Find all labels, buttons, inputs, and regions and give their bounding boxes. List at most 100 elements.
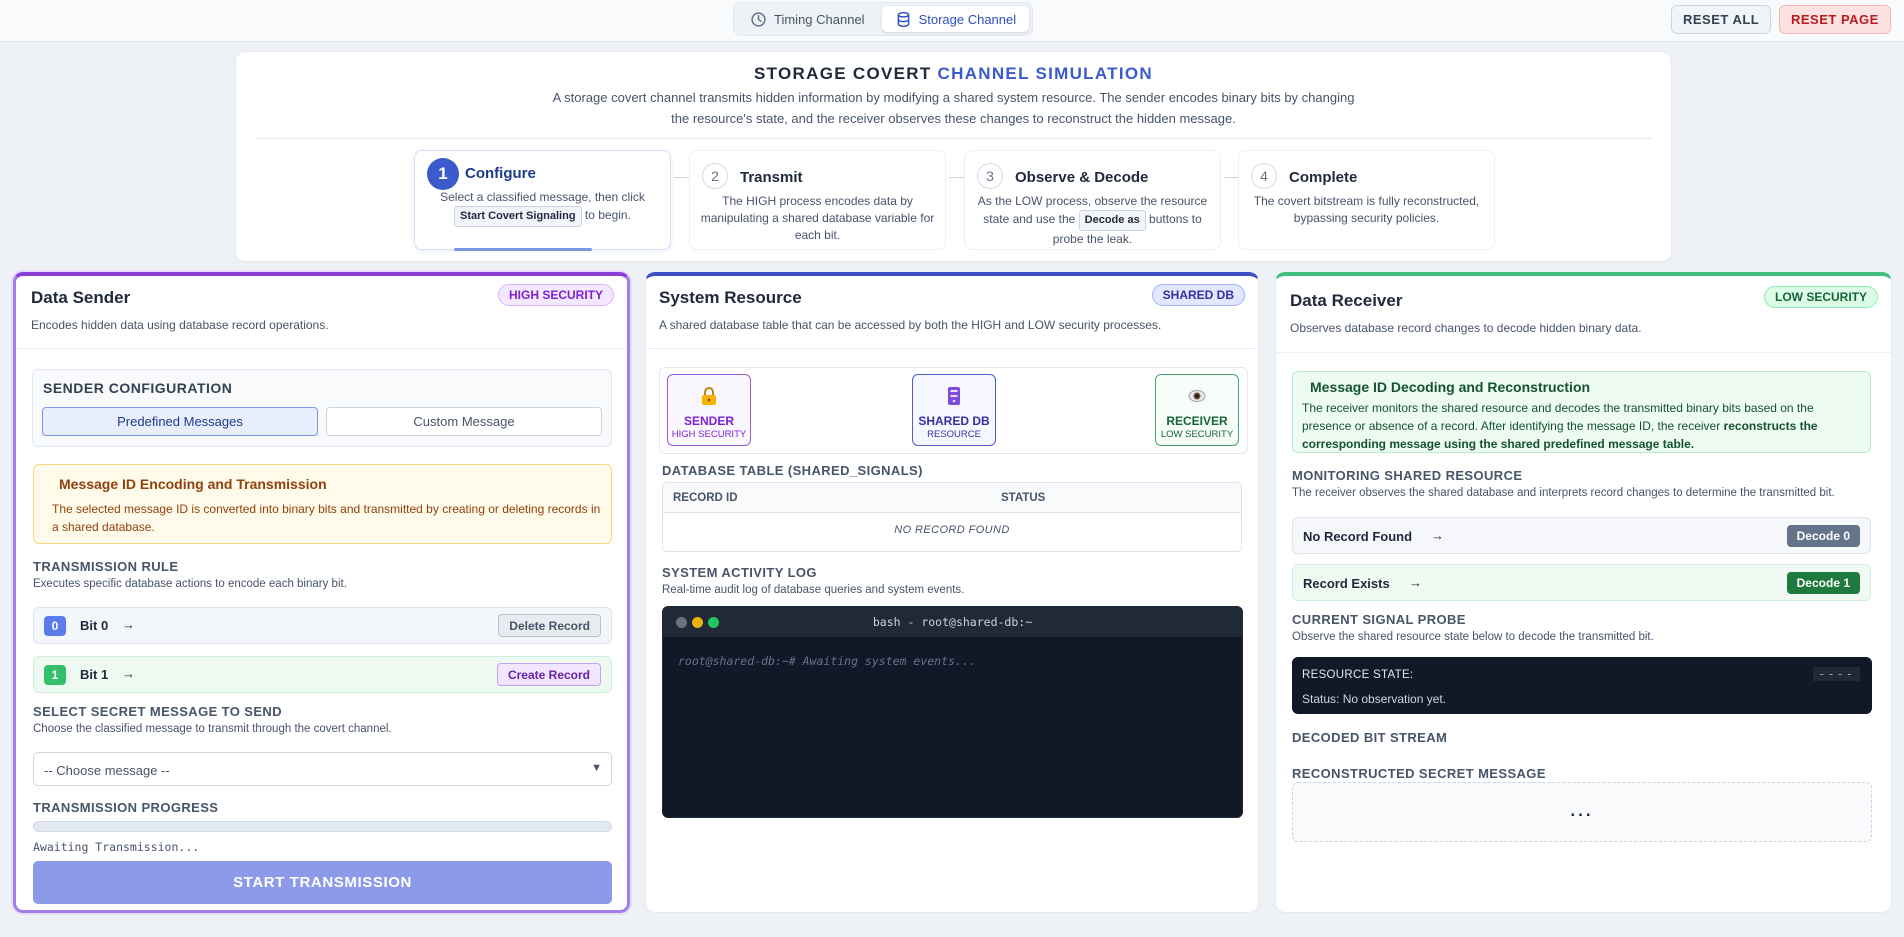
step-number: 4 — [1251, 163, 1277, 189]
predefined-messages-button[interactable]: Predefined Messages — [42, 407, 318, 436]
table-header: RECORD ID STATUS — [663, 483, 1241, 513]
shared-db-node: SHARED DB RESOURCE — [912, 374, 996, 446]
info-desc: The receiver monitors the shared resourc… — [1302, 399, 1862, 453]
col-status: STATUS — [1001, 492, 1046, 504]
create-record-button[interactable]: Create Record — [496, 663, 601, 686]
progress-status: Awaiting Transmission... — [33, 840, 200, 854]
step-configure: 1 Configure Select a classified message,… — [414, 150, 671, 250]
divider — [1276, 352, 1891, 353]
step-desc-text: to begin. — [584, 208, 631, 222]
select-value: -- Choose message -- — [44, 763, 170, 778]
node-name: SENDER — [683, 414, 734, 428]
info-title: Message ID Encoding and Transmission — [59, 476, 327, 492]
delete-record-button[interactable]: Delete Record — [498, 614, 601, 637]
decode-label: No Record Found — [1303, 529, 1413, 544]
start-transmission-button[interactable]: START TRANSMISSION — [33, 861, 612, 904]
step-title: Transmit — [740, 169, 803, 186]
step-connector — [674, 177, 690, 178]
custom-message-button[interactable]: Custom Message — [326, 407, 602, 436]
step-desc-text: Select a classified message, then click — [440, 190, 645, 204]
step-connector — [949, 177, 965, 178]
signal-probe: RESOURCE STATE: ---- Status: No observat… — [1292, 657, 1872, 714]
decode-label: Record Exists — [1303, 576, 1390, 591]
panel-title: Data Receiver — [1290, 291, 1403, 310]
resource-diagram: SENDER HIGH SECURITY SHARED DB RESOURCE … — [659, 367, 1248, 454]
select-message-label: SELECT SECRET MESSAGE TO SEND — [33, 704, 283, 719]
terminal-title: bash - root@shared-db:~ — [872, 615, 1033, 629]
message-select[interactable]: -- Choose message -- ▼ — [33, 752, 612, 786]
step-desc: The HIGH process encodes data by manipul… — [700, 194, 935, 242]
step-title: Configure — [465, 165, 536, 182]
transmission-rule-label: TRANSMISSION RULE — [33, 559, 179, 574]
info-title: Message ID Decoding and Reconstruction — [1310, 379, 1591, 395]
tab-label: Storage Channel — [918, 11, 1017, 27]
step-complete: 4 Complete The covert bitstream is fully… — [1238, 150, 1495, 250]
decode-0-button[interactable]: Decode 0 — [1786, 525, 1860, 547]
step-desc: Select a classified message, then click S… — [425, 189, 660, 227]
start-covert-signaling-kbd: Start Covert Signaling — [454, 206, 582, 227]
step-transmit: 2 Transmit The HIGH process encodes data… — [689, 150, 946, 250]
system-activity-terminal[interactable]: bash - root@shared-db:~ root@shared-db:~… — [662, 606, 1243, 818]
node-name: RECEIVER — [1166, 414, 1228, 428]
active-step-indicator — [454, 248, 592, 251]
divider — [16, 348, 627, 349]
probe-label: CURRENT SIGNAL PROBE — [1292, 612, 1466, 627]
decode-as-kbd: Decode as — [1078, 210, 1146, 231]
arrow-right-icon: → — [122, 617, 135, 632]
terminal-titlebar: bash - root@shared-db:~ — [663, 607, 1242, 637]
lock-icon — [702, 387, 716, 405]
empty-table-message: NO RECORD FOUND — [894, 524, 1010, 536]
rule-bit-0: 0 Bit 0 → Delete Record — [33, 607, 612, 644]
panel-subtitle: Observes database record changes to deco… — [1290, 321, 1642, 335]
reconstructed-message-box: ... — [1292, 782, 1872, 842]
title-part-a: STORAGE COVERT — [754, 64, 938, 83]
step-desc: The covert bitstream is fully reconstruc… — [1253, 194, 1480, 225]
shared-signals-table: RECORD ID STATUS NO RECORD FOUND — [662, 482, 1242, 552]
resource-state-label: RESOURCE STATE: — [1302, 669, 1414, 681]
title-part-b: CHANNEL SIMULATION — [937, 64, 1153, 83]
security-badge: LOW SECURITY — [1764, 286, 1878, 308]
node-name: SHARED DB — [918, 414, 990, 428]
security-badge: HIGH SECURITY — [497, 284, 614, 306]
transmission-rule-sub: Executes specific database actions to en… — [33, 578, 347, 590]
bitstream-label: DECODED BIT STREAM — [1292, 730, 1448, 745]
top-bar: Timing Channel Storage Channel RESET ALL… — [0, 0, 1904, 42]
config-title: SENDER CONFIGURATION — [43, 380, 233, 396]
data-receiver-panel: Data Receiver LOW SECURITY Observes data… — [1275, 272, 1892, 913]
clock-icon — [751, 11, 766, 27]
secret-message-label: RECONSTRUCTED SECRET MESSAGE — [1292, 766, 1546, 781]
tab-storage-channel[interactable]: Storage Channel — [881, 6, 1030, 32]
panel-title: System Resource — [659, 288, 802, 307]
server-icon — [948, 387, 960, 405]
reset-all-button[interactable]: RESET ALL — [1671, 5, 1772, 34]
probe-sub: Observe the shared resource state below … — [1292, 631, 1654, 643]
step-number: 2 — [702, 163, 728, 189]
bit-label: Bit 1 — [80, 667, 109, 682]
decode-1-button[interactable]: Decode 1 — [1786, 572, 1860, 594]
tab-timing-channel[interactable]: Timing Channel — [737, 6, 878, 32]
node-sub: LOW SECURITY — [1160, 429, 1234, 440]
data-sender-panel: Data Sender HIGH SECURITY Encodes hidden… — [13, 272, 630, 913]
decode-row-no-record: No Record Found → Decode 0 — [1292, 517, 1871, 554]
node-sub: RESOURCE — [927, 429, 981, 440]
system-resource-panel: System Resource SHARED DB A shared datab… — [645, 272, 1259, 913]
bit-chip: 0 — [44, 616, 66, 636]
intro-description: A storage covert channel transmits hidde… — [552, 90, 1355, 126]
step-observe-decode: 3 Observe & Decode As the LOW process, o… — [964, 150, 1221, 250]
page-title: STORAGE COVERT CHANNEL SIMULATION — [236, 64, 1671, 84]
shared-db-badge: SHARED DB — [1151, 284, 1245, 306]
arrow-right-icon: → — [1409, 575, 1422, 590]
log-label: SYSTEM ACTIVITY LOG — [662, 565, 817, 580]
select-message-sub: Choose the classified message to transmi… — [33, 723, 392, 735]
reset-page-button[interactable]: RESET PAGE — [1779, 5, 1891, 34]
eye-icon — [1188, 390, 1206, 402]
divider — [646, 348, 1258, 349]
panel-subtitle: A shared database table that can be acce… — [659, 318, 1162, 332]
reconstructed-message-value: ... — [1570, 801, 1594, 820]
rule-bit-1: 1 Bit 1 → Create Record — [33, 656, 612, 693]
step-number: 3 — [977, 163, 1003, 189]
resource-state-value: ---- — [1813, 667, 1860, 681]
progress-label: TRANSMISSION PROGRESS — [33, 800, 219, 815]
panel-title: Data Sender — [31, 288, 131, 307]
divider — [256, 138, 1652, 139]
